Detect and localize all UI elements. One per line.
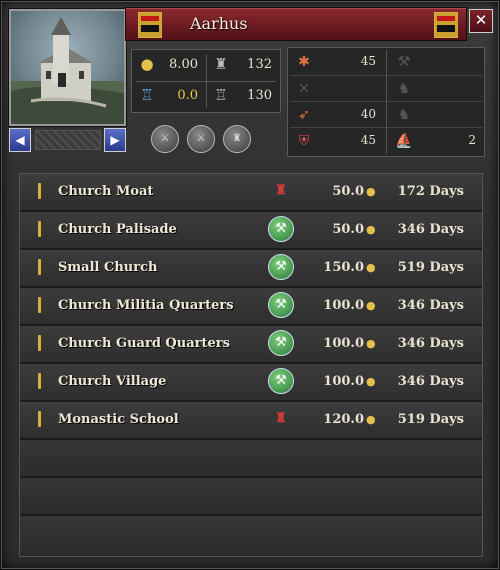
divider xyxy=(136,81,276,82)
status-bar xyxy=(38,373,41,389)
hammer-icon: ⚒ xyxy=(268,254,294,280)
status-bar xyxy=(38,259,41,275)
province-window: ◀ ▶ Aarhus ✕ ● 8.00 ♜ 132 ♖ 0.0 ♖ 130 ⚔ … xyxy=(0,0,500,570)
province-title: Aarhus xyxy=(190,14,248,33)
stat-tech: ♖ 0.0 xyxy=(132,81,206,111)
pikemen-icon: ✕ xyxy=(298,81,310,97)
light-infantry-icon: ✱ xyxy=(298,54,310,70)
levy-total: ⛨ 45 xyxy=(288,128,384,153)
hammer-icon: ⚒ xyxy=(268,292,294,318)
status-bar xyxy=(38,335,41,351)
galley-ship-icon: ⛵ xyxy=(395,133,413,149)
castle-blue-icon: ♖ xyxy=(140,86,154,104)
build-button[interactable]: ⚒ xyxy=(268,216,294,242)
build-button[interactable]: ⚒ xyxy=(268,330,294,356)
knights-icon: ♞ xyxy=(397,107,411,123)
archers-icon: ➶ xyxy=(298,107,310,123)
levy-light-cavalry: ♞ xyxy=(388,76,484,101)
stat-fort: ♖ 130 xyxy=(206,81,280,111)
owner-coat-of-arms-icon[interactable] xyxy=(434,12,458,38)
levy-button-1[interactable]: ⚔ xyxy=(151,125,179,153)
coat-of-arms-icon[interactable] xyxy=(138,12,162,38)
empty-row xyxy=(20,478,482,516)
garrison-icon: ♜ xyxy=(214,55,228,73)
locked-icon: ♜ xyxy=(275,411,287,426)
gold-coin-icon: ● xyxy=(366,413,376,426)
build-button[interactable]: ⚒ xyxy=(268,254,294,280)
building-row[interactable]: Church Militia Quarters ⚒ 100.0 ● 346 Da… xyxy=(20,288,482,326)
levy-light-infantry: ✱ 45 xyxy=(288,49,384,74)
next-holding-button[interactable]: ▶ xyxy=(104,128,126,152)
empty-row xyxy=(20,440,482,478)
prev-holding-button[interactable]: ◀ xyxy=(9,128,31,152)
holding-stats: ● 8.00 ♜ 132 ♖ 0.0 ♖ 130 xyxy=(131,49,281,113)
gold-coins-icon: ● xyxy=(140,55,154,73)
fort-icon: ♖ xyxy=(214,86,228,104)
levy-button-3[interactable]: ♜ xyxy=(223,125,251,153)
building-list: Church Moat ♜ 50.0 ● 172 Days Church Pal… xyxy=(19,173,483,557)
status-bar xyxy=(38,221,41,237)
gold-coin-icon: ● xyxy=(366,223,376,236)
hammer-icon: ⚒ xyxy=(268,330,294,356)
portrait-nav: ◀ ▶ xyxy=(9,128,126,152)
gold-coin-icon: ● xyxy=(366,185,376,198)
title-bar: Aarhus xyxy=(125,7,467,41)
gold-coin-icon: ● xyxy=(366,337,376,350)
heavy-infantry-icon: ⚒ xyxy=(397,54,411,70)
build-button[interactable]: ⚒ xyxy=(268,368,294,394)
status-bar xyxy=(38,183,41,199)
shield-sword-icon: ⛨ xyxy=(298,133,310,149)
close-button[interactable]: ✕ xyxy=(469,9,493,33)
build-button[interactable]: ⚒ xyxy=(268,292,294,318)
gold-coin-icon: ● xyxy=(366,299,376,312)
levy-archers: ➶ 40 xyxy=(288,102,384,127)
divider xyxy=(386,50,387,154)
building-row[interactable]: Church Moat ♜ 50.0 ● 172 Days xyxy=(20,174,482,212)
status-bar xyxy=(38,297,41,313)
levy-button-2[interactable]: ⚔ xyxy=(187,125,215,153)
levy-galleys: ⛵ 2 xyxy=(395,133,476,149)
stat-income: ● 8.00 xyxy=(132,50,206,80)
gold-coin-icon: ● xyxy=(366,261,376,274)
levy-pikemen: ✕ xyxy=(288,76,384,101)
building-row[interactable]: Church Guard Quarters ⚒ 100.0 ● 346 Days xyxy=(20,326,482,364)
building-row[interactable]: Church Village ⚒ 100.0 ● 346 Days xyxy=(20,364,482,402)
levy-heavy-infantry: ⚒ xyxy=(388,49,484,74)
stat-garrison: ♜ 132 xyxy=(206,50,280,80)
levy-knights: ♞ xyxy=(388,102,484,127)
hammer-icon: ⚒ xyxy=(268,368,294,394)
status-bar xyxy=(38,411,41,427)
light-cavalry-icon: ♞ xyxy=(397,81,411,97)
church-image xyxy=(11,17,124,124)
building-row[interactable]: Small Church ⚒ 150.0 ● 519 Days xyxy=(20,250,482,288)
hammer-icon: ⚒ xyxy=(268,216,294,242)
levy-table: ✱ 45 ⚒ ✕ ♞ ➶ 40 ♞ ⛨ 45 ⛵ 2 xyxy=(287,47,485,157)
building-row[interactable]: Church Palisade ⚒ 50.0 ● 346 Days xyxy=(20,212,482,250)
empty-row xyxy=(20,516,482,554)
nav-ornament xyxy=(35,130,101,150)
gold-coin-icon: ● xyxy=(366,375,376,388)
holding-portrait xyxy=(9,9,126,126)
building-row[interactable]: Monastic School ♜ 120.0 ● 519 Days xyxy=(20,402,482,440)
locked-icon: ♜ xyxy=(275,183,287,198)
